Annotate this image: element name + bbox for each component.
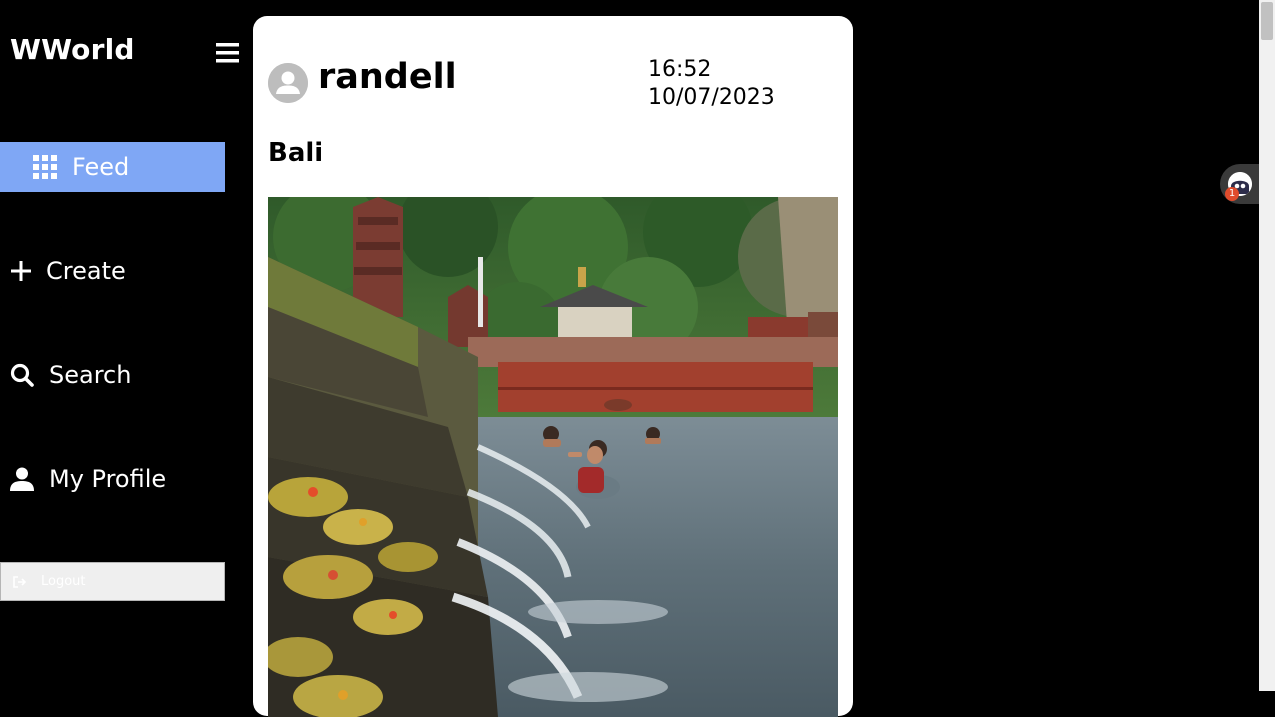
nav-item-feed[interactable]: Feed <box>0 142 225 192</box>
scrollbar-thumb[interactable] <box>1261 2 1273 40</box>
post-image[interactable] <box>268 197 838 717</box>
sidebar: WWorld Feed Create Search My Profile Log… <box>0 0 240 691</box>
post-time: 16:52 <box>648 57 712 82</box>
extension-widget[interactable]: 1 <box>1220 164 1260 204</box>
hamburger-menu-icon[interactable] <box>215 41 240 65</box>
nav-item-label: Feed <box>72 153 130 181</box>
search-icon <box>10 363 34 387</box>
nav-item-create[interactable]: Create <box>0 246 225 296</box>
post-author[interactable]: randell <box>318 60 457 95</box>
nav-item-label: Search <box>49 361 132 389</box>
logout-button[interactable]: Logout <box>0 562 225 601</box>
page-scrollbar[interactable] <box>1259 0 1275 691</box>
post-timestamp: 16:52 10/07/2023 <box>648 56 775 112</box>
notification-badge: 1 <box>1225 187 1239 201</box>
nav-item-search[interactable]: Search <box>0 350 225 400</box>
nav-item-label: My Profile <box>49 465 167 493</box>
nav-item-my-profile[interactable]: My Profile <box>0 454 225 504</box>
grid-icon <box>32 154 58 180</box>
default-avatar-icon[interactable] <box>268 63 308 103</box>
user-icon <box>10 467 34 491</box>
brand-logo[interactable]: WWorld <box>10 33 135 66</box>
nav-item-label: Create <box>46 257 126 285</box>
sign-out-icon <box>13 575 27 588</box>
plus-icon <box>10 260 32 282</box>
post-card: randell 16:52 10/07/2023 Bali <box>253 16 853 717</box>
post-title: Bali <box>268 138 324 168</box>
logout-label: Logout <box>41 574 86 589</box>
post-date: 10/07/2023 <box>648 85 775 110</box>
